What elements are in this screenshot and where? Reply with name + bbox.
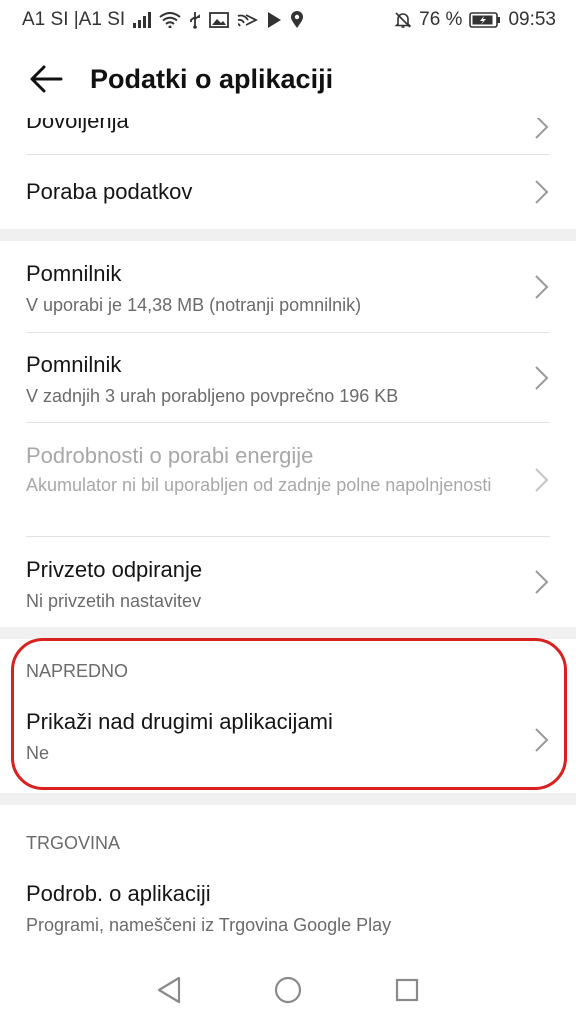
square-recents-icon	[395, 978, 418, 1002]
usb-icon	[188, 11, 202, 29]
nav-recents-button[interactable]	[385, 968, 429, 1012]
chevron-right-icon	[535, 118, 549, 139]
clock: 09:53	[508, 9, 556, 30]
app-details-item[interactable]: Podrob. o aplikaciji Programi, nameščeni…	[0, 853, 576, 949]
signal-icon	[132, 12, 152, 28]
display-over-other-apps-item[interactable]: Prikaži nad drugimi aplikacijami Ne	[0, 687, 576, 793]
chevron-right-icon	[535, 180, 549, 204]
triangle-back-icon	[158, 976, 181, 1004]
chevron-right-icon	[535, 365, 549, 390]
permissions-title: Dovoljenja	[26, 118, 129, 133]
data-usage-item[interactable]: Poraba podatkov	[0, 155, 576, 229]
memory-title: Pomnilnik	[26, 352, 122, 377]
open-by-default-summary: Ni privzetih nastavitev	[26, 591, 202, 611]
mute-icon	[394, 11, 412, 29]
data-usage-title: Poraba podatkov	[26, 179, 193, 204]
cast-icon	[236, 12, 259, 28]
storage-title: Pomnilnik	[26, 261, 122, 286]
wifi-icon	[159, 12, 181, 28]
battery-icon	[469, 12, 501, 28]
chevron-right-icon	[535, 570, 549, 594]
display-over-other-apps-title: Prikaži nad drugimi aplikacijami	[26, 709, 333, 734]
energy-usage-summary: Akumulator ni bil uporabljen od zadnje p…	[26, 475, 492, 495]
open-by-default-title: Privzeto odpiranje	[26, 557, 203, 582]
app-details-summary: Programi, nameščeni iz Trgovina Google P…	[26, 915, 392, 935]
chevron-right-icon	[535, 728, 549, 752]
open-by-default-item[interactable]: Privzeto odpiranje Ni privzetih nastavit…	[0, 537, 576, 627]
status-bar-right: 76 % 09:53	[394, 9, 556, 31]
gallery-icon	[209, 12, 230, 28]
status-bar-left: A1 SI |A1 SI	[22, 9, 304, 31]
energy-usage-title: Podrobnosti o porabi energije	[26, 443, 314, 468]
memory-item[interactable]: Pomnilnik V zadnjih 3 urah porabljeno po…	[0, 333, 576, 422]
memory-summary: V zadnjih 3 urah porabljeno povprečno 19…	[26, 386, 399, 406]
app-details-title: Podrob. o aplikaciji	[26, 881, 211, 906]
location-icon	[290, 11, 304, 29]
settings-list[interactable]: Dovoljenja Poraba podatkov Pomnilnik V u…	[0, 118, 576, 956]
advanced-section-header: NAPREDNO	[26, 661, 129, 681]
section-gap	[0, 229, 576, 241]
navigation-bar	[0, 956, 576, 1024]
section-gap	[0, 793, 576, 805]
storage-item[interactable]: Pomnilnik V uporabi je 14,38 MB (notranj…	[0, 241, 576, 332]
play-store-icon	[265, 11, 283, 29]
section-gap	[0, 627, 576, 639]
page-title: Podatki o aplikaciji	[90, 63, 334, 94]
permissions-item[interactable]: Dovoljenja	[0, 118, 576, 154]
back-arrow-icon	[30, 65, 63, 93]
circle-home-icon	[274, 976, 302, 1004]
display-over-other-apps-value: Ne	[26, 743, 50, 763]
battery-percent: 76 %	[419, 9, 463, 30]
nav-home-button[interactable]	[266, 968, 310, 1012]
carrier-label: A1 SI |A1 SI	[22, 9, 126, 30]
chevron-right-icon	[535, 274, 549, 299]
storage-summary: V uporabi je 14,38 MB (notranji pomnilni…	[26, 295, 362, 315]
back-button[interactable]	[24, 57, 68, 101]
chevron-right-icon	[535, 467, 549, 492]
store-section-header: TRGOVINA	[26, 833, 121, 853]
nav-back-button[interactable]	[147, 968, 191, 1012]
energy-usage-item[interactable]: Podrobnosti o porabi energije Akumulator…	[0, 423, 576, 536]
app-bar: Podatki o aplikaciji	[0, 40, 576, 118]
status-bar: A1 SI |A1 SI 76 % 09:53	[0, 0, 576, 40]
